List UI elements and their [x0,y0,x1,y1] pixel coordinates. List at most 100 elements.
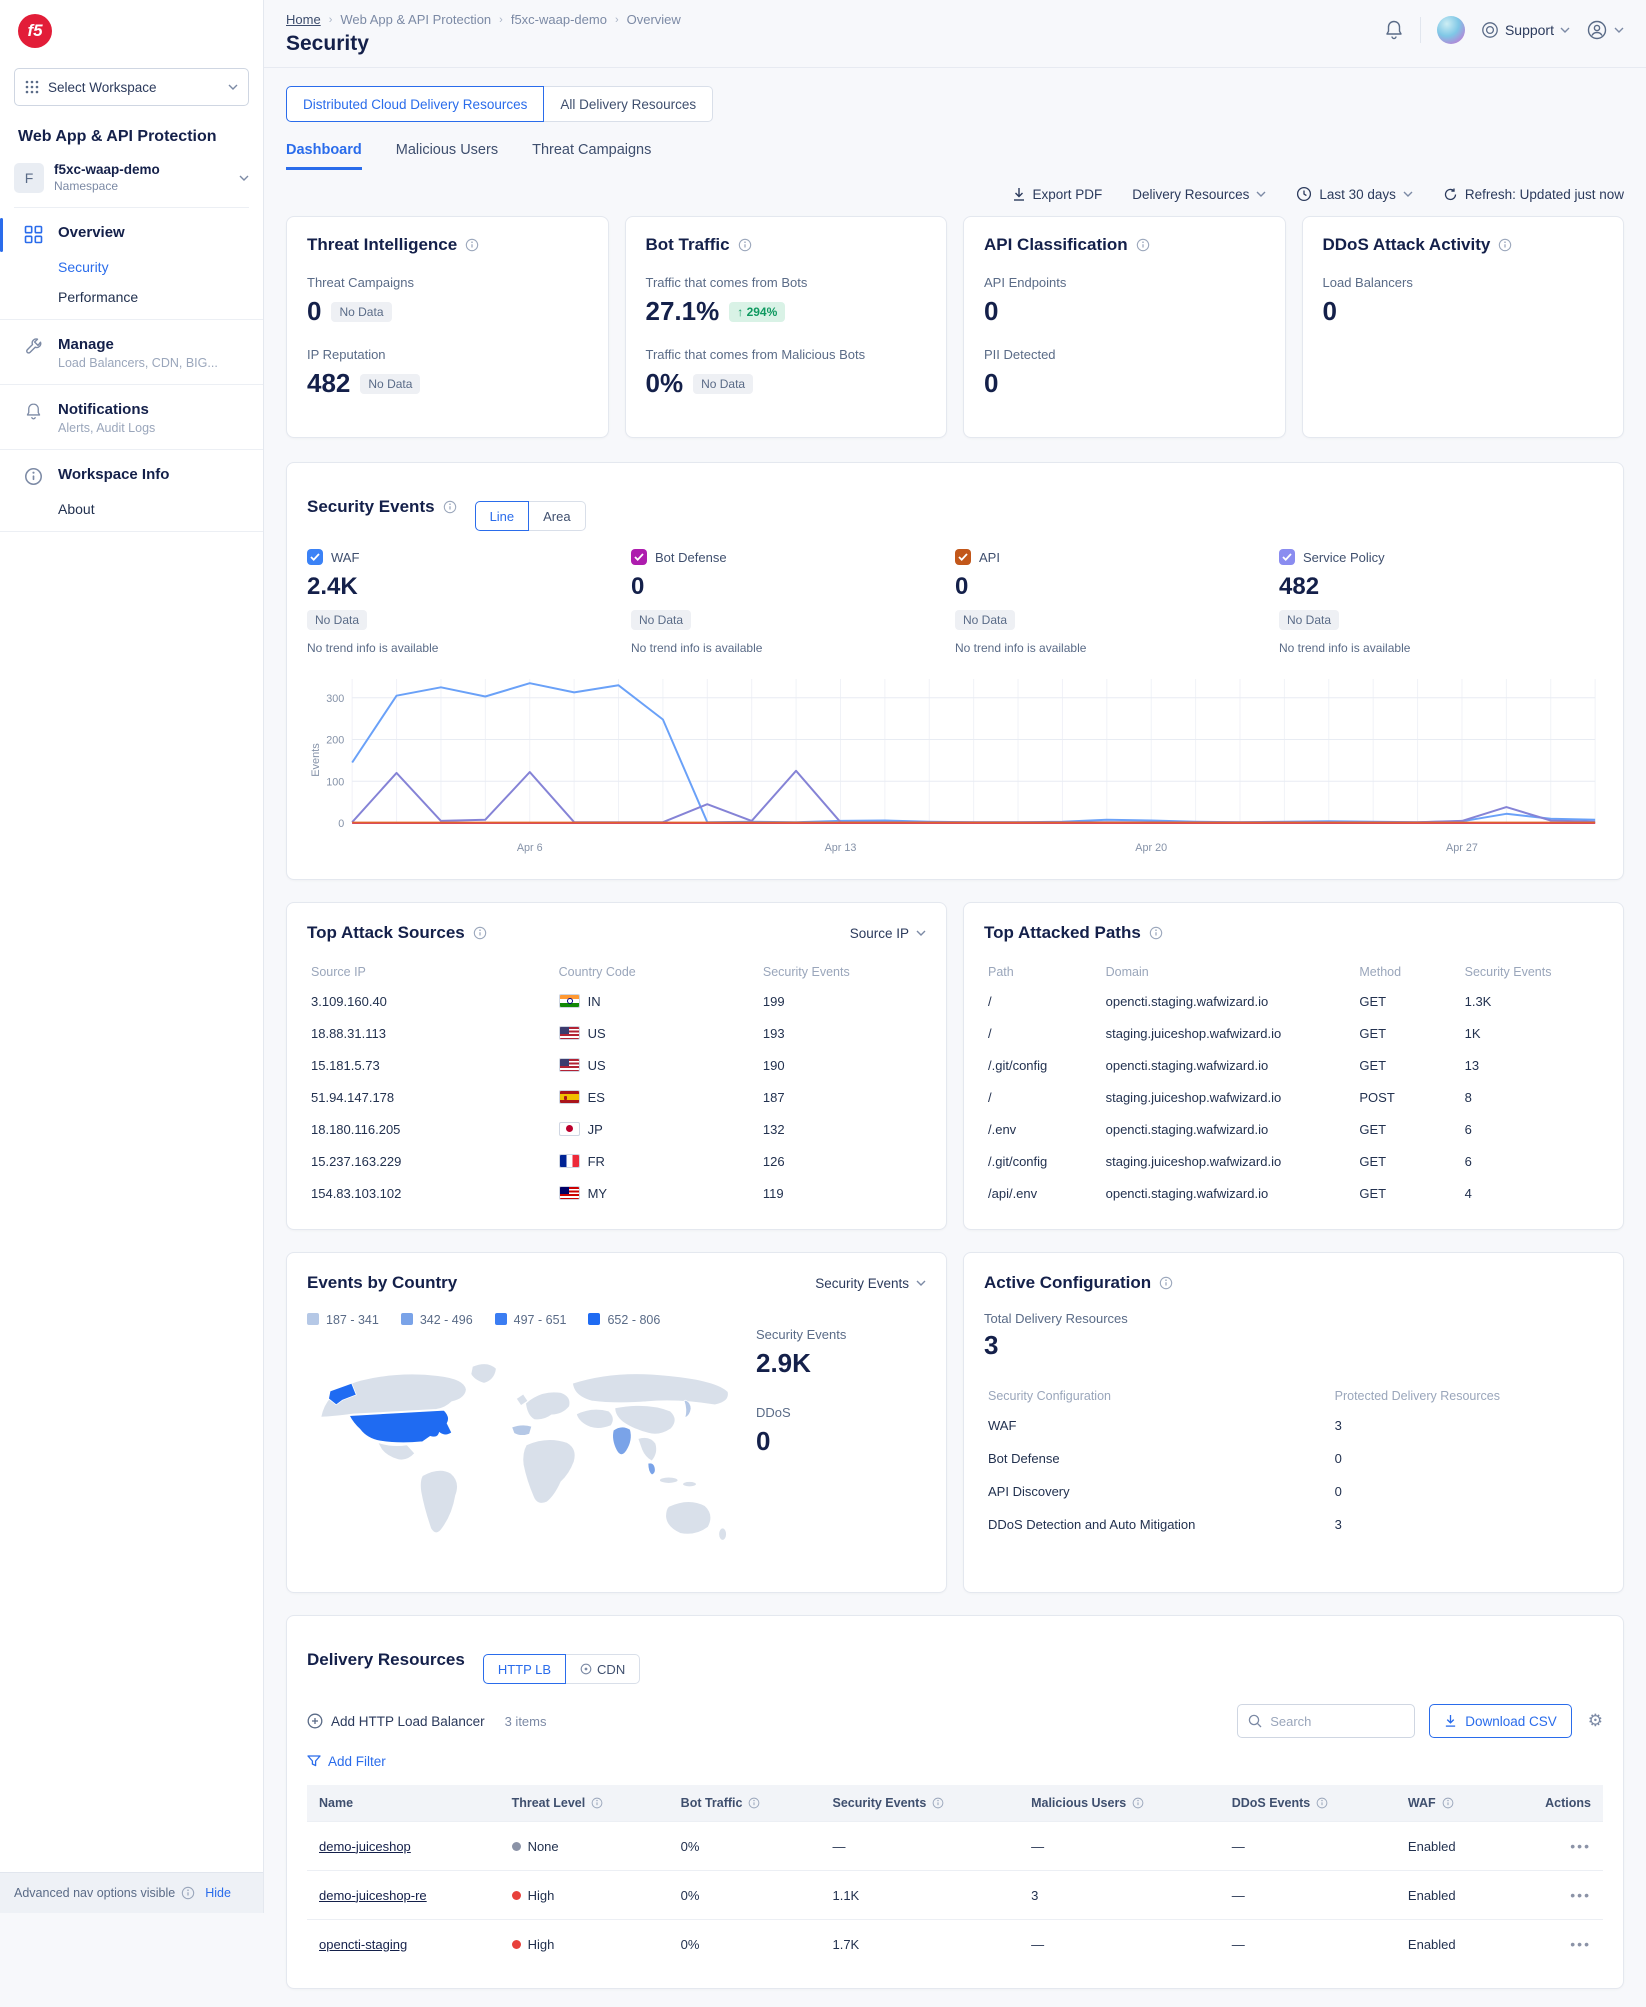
table-settings-gear-icon[interactable]: ⚙ [1588,1711,1603,1731]
hide-link[interactable]: Hide [205,1886,231,1900]
map-region-indonesia [659,1477,677,1483]
column-header: Country Code [555,959,759,985]
resource-type-cdn[interactable]: CDN [566,1654,640,1684]
trend-note: No trend info is available [307,641,631,655]
chart-mode-line[interactable]: Line [475,501,530,531]
info-icon[interactable] [1159,1276,1173,1290]
map-stat-value: 0 [756,1426,926,1457]
row-actions-menu[interactable]: ••• [1570,1936,1591,1952]
info-icon[interactable] [1316,1797,1328,1809]
delivery-resources-dropdown[interactable]: Delivery Resources [1132,187,1266,202]
column-header-security-events[interactable]: Security Events [820,1785,1019,1822]
svg-text:Events: Events [310,743,322,777]
row-actions-menu[interactable]: ••• [1570,1838,1591,1854]
info-icon[interactable] [1136,238,1150,252]
info-icon[interactable] [1498,238,1512,252]
time-range-dropdown[interactable]: Last 30 days [1296,186,1413,202]
table-row: 15.237.163.229 FR 126 [307,1145,926,1177]
chevron-down-icon [228,84,238,90]
overview-grid-icon [24,225,44,245]
tab-malicious-users[interactable]: Malicious Users [396,142,498,170]
view-toggle-all-delivery-resources[interactable]: All Delivery Resources [544,86,713,122]
add-http-load-balancer-button[interactable]: Add HTTP Load Balancer [307,1713,485,1729]
info-icon[interactable] [932,1797,944,1809]
domain: opencti.staging.wafwizard.io [1102,1177,1356,1209]
tab-dashboard[interactable]: Dashboard [286,142,362,170]
security-events-count: 6 [1461,1113,1603,1145]
chart-mode-area[interactable]: Area [529,501,585,531]
column-header-threat-level[interactable]: Threat Level [500,1785,669,1822]
series-value: 0 [955,573,1279,601]
resource-type-http-lb[interactable]: HTTP LB [483,1654,566,1684]
add-filter-button[interactable]: Add Filter [307,1754,1603,1769]
metric-value: 0% [646,368,684,399]
series-checkbox[interactable] [955,549,971,565]
info-icon[interactable] [1442,1797,1454,1809]
path: / [984,985,1102,1017]
domain: opencti.staging.wafwizard.io [1102,1049,1356,1081]
export-pdf-button[interactable]: Export PDF [1012,187,1103,202]
breadcrumb-item[interactable]: Home [286,12,321,27]
legend-item-service-policy: Service Policy 482 No Data No trend info… [1279,549,1603,655]
metric-badge: No Data [331,302,391,322]
svg-text:300: 300 [326,693,344,705]
series-checkbox[interactable] [1279,549,1295,565]
notifications-bell-icon[interactable] [1384,19,1404,41]
sidebar-item-security[interactable]: Security [0,245,263,275]
f5-logo-icon[interactable]: f5 [18,14,52,48]
refresh-button[interactable]: Refresh: Updated just now [1443,187,1624,202]
search-input[interactable] [1270,1714,1390,1729]
account-menu[interactable] [1586,19,1624,41]
info-icon[interactable] [738,238,752,252]
column-header-ddos-events[interactable]: DDoS Events [1220,1785,1396,1822]
country-code: IN [555,985,759,1017]
series-checkbox[interactable] [307,549,323,565]
info-icon[interactable] [591,1797,603,1809]
wrench-icon [24,337,44,357]
legend-bucket: 497 - 651 [495,1313,567,1327]
security-events-count: 190 [759,1049,926,1081]
column-header-bot-traffic[interactable]: Bot Traffic [669,1785,821,1822]
download-csv-button[interactable]: Download CSV [1429,1704,1572,1738]
column-header-waf[interactable]: WAF [1396,1785,1501,1822]
series-checkbox[interactable] [631,549,647,565]
breadcrumb-item[interactable]: f5xc-waap-demo [511,12,607,27]
sidebar-item-workspace-info[interactable]: Workspace Info [0,466,263,487]
column-header: Protected Delivery Resources [1331,1383,1603,1409]
column-header-malicious-users[interactable]: Malicious Users [1019,1785,1220,1822]
info-icon[interactable] [748,1797,760,1809]
security-events-count: 1.3K [1461,985,1603,1017]
info-icon[interactable] [443,500,457,514]
info-icon[interactable] [473,926,487,940]
info-icon[interactable] [1149,926,1163,940]
namespace-selector[interactable]: F f5xc-waap-demo Namespace [14,162,249,208]
tab-threat-campaigns[interactable]: Threat Campaigns [532,142,651,170]
map-metric-dropdown[interactable]: Security Events [815,1276,926,1291]
resource-name-link[interactable]: demo-juiceshop-re [319,1888,427,1903]
support-menu[interactable]: Support [1481,21,1570,39]
malicious-users: 3 [1019,1871,1220,1920]
resource-name-link[interactable]: opencti-staging [319,1937,407,1952]
metric-value: 0 [984,368,998,399]
info-icon[interactable] [465,238,479,252]
top-attack-sources-card: Top Attack Sources Source IP Source IPCo… [286,902,947,1230]
row-actions-menu[interactable]: ••• [1570,1887,1591,1903]
group-by-dropdown[interactable]: Source IP [850,926,926,941]
sidebar-item-manage[interactable]: Manage Load Balancers, CDN, BIG... [0,336,263,370]
info-icon [24,467,44,487]
sidebar-item-notifications[interactable]: Notifications Alerts, Audit Logs [0,401,263,435]
info-icon[interactable] [1132,1797,1144,1809]
workspace-picker[interactable]: Select Workspace [14,68,249,106]
svg-text:Apr 6: Apr 6 [517,842,543,854]
breadcrumb-item[interactable]: Web App & API Protection [340,12,491,27]
column-header: Security Events [759,959,926,985]
sidebar-item-overview[interactable]: Overview [0,224,263,245]
view-toggle-distributed-cloud-delivery-resources[interactable]: Distributed Cloud Delivery Resources [286,86,544,122]
ai-assistant-orb-icon[interactable] [1437,16,1465,44]
legend-bucket: 187 - 341 [307,1313,379,1327]
sidebar-item-about[interactable]: About [0,487,263,517]
resource-name-link[interactable]: demo-juiceshop [319,1839,411,1854]
source-ip: 15.237.163.229 [307,1145,555,1177]
active-configuration-table: Security ConfigurationProtected Delivery… [984,1383,1603,1541]
sidebar-item-performance[interactable]: Performance [0,275,263,305]
